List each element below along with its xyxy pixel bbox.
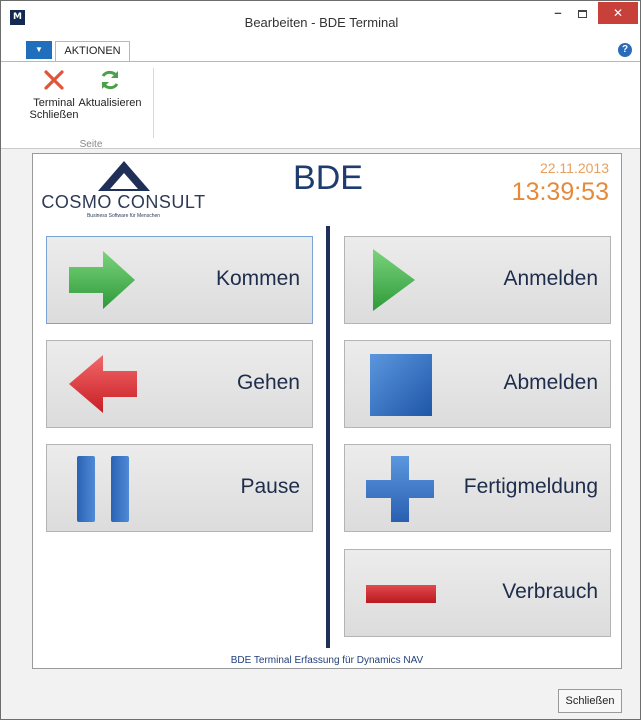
app-window: M Bearbeiten - BDE Terminal – ✕ ▼ AKTION… <box>0 0 641 720</box>
terminal-close-label-1: Terminal <box>33 97 75 109</box>
red-arrow-left-icon <box>69 355 137 413</box>
pause-icon <box>77 456 129 522</box>
maximize-icon <box>577 9 587 18</box>
verbrauch-button[interactable]: Verbrauch <box>344 549 611 637</box>
terminal-caption: BDE Terminal Erfassung für Dynamics NAV <box>230 655 424 666</box>
ribbon-group-label: Seite <box>79 139 103 150</box>
abmelden-button[interactable]: Abmelden <box>344 340 611 428</box>
logo-triangle-icon <box>98 161 150 191</box>
ribbon-panel: Terminal Schließen Aktualisieren Seite <box>1 61 640 150</box>
terminal-close-label-2: Schließen <box>29 109 79 121</box>
blue-plus-icon <box>366 456 434 522</box>
page-title: BDE <box>293 159 363 197</box>
ribbon-tab-bar: ▼ AKTIONEN ? <box>1 39 640 62</box>
help-icon[interactable]: ? <box>618 43 632 57</box>
minimize-button[interactable]: – <box>547 2 569 24</box>
kommen-button[interactable]: Kommen <box>46 236 313 324</box>
tab-aktionen[interactable]: AKTIONEN <box>55 41 130 62</box>
blue-stop-icon <box>370 354 432 416</box>
anmelden-label: Anmelden <box>503 267 598 290</box>
fertigmeldung-button[interactable]: Fertigmeldung <box>344 444 611 532</box>
pause-label: Pause <box>240 475 300 498</box>
title-bar: M Bearbeiten - BDE Terminal – ✕ <box>1 1 640 39</box>
current-time: 13:39:53 <box>511 178 609 206</box>
close-window-button[interactable]: ✕ <box>598 2 638 24</box>
green-play-icon <box>373 249 415 311</box>
red-minus-icon <box>366 585 436 603</box>
fertigmeldung-label: Fertigmeldung <box>463 475 598 498</box>
anmelden-button[interactable]: Anmelden <box>344 236 611 324</box>
ribbon-menu-dropdown[interactable]: ▼ <box>26 41 52 59</box>
ribbon-group-separator <box>153 68 154 138</box>
logo-text: COSMO CONSULT <box>41 192 206 212</box>
green-arrow-right-icon <box>69 251 135 309</box>
window-title: Bearbeiten - BDE Terminal <box>244 15 399 30</box>
refresh-label: Aktualisieren <box>78 97 142 109</box>
close-x-icon <box>44 70 64 90</box>
verbrauch-label: Verbrauch <box>502 580 598 603</box>
current-date: 22.11.2013 <box>539 160 609 176</box>
refresh-button[interactable]: Aktualisieren <box>70 68 150 109</box>
gehen-button[interactable]: Gehen <box>46 340 313 428</box>
bde-terminal-panel: COSMO CONSULT Business Software für Mens… <box>32 153 622 669</box>
center-divider <box>326 226 330 648</box>
gehen-label: Gehen <box>236 371 300 394</box>
schliessen-button[interactable]: Schließen <box>558 689 622 713</box>
pause-button[interactable]: Pause <box>46 444 313 532</box>
maximize-button[interactable] <box>571 2 593 24</box>
company-logo: COSMO CONSULT Business Software für Mens… <box>36 160 211 219</box>
kommen-label: Kommen <box>215 267 300 290</box>
abmelden-label: Abmelden <box>503 371 598 394</box>
refresh-icon <box>101 70 119 90</box>
logo-tagline: Business Software für Menschen <box>86 213 161 219</box>
